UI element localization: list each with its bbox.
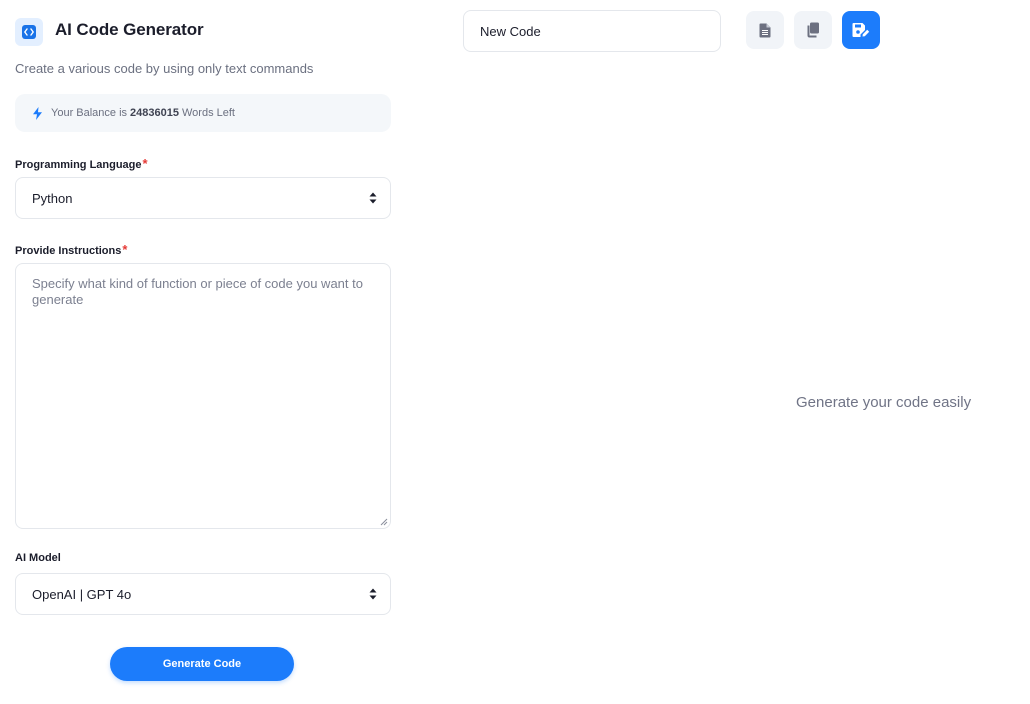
save-icon	[852, 23, 870, 37]
balance-prefix: Your Balance is	[51, 107, 128, 119]
instructions-placeholder: Specify what kind of function or piece o…	[32, 276, 363, 307]
copy-icon	[807, 22, 819, 38]
language-label: Programming Language*	[15, 156, 148, 171]
balance-amount: 24836015	[130, 107, 179, 119]
model-label: AI Model	[15, 552, 61, 564]
page-title: AI Code Generator	[55, 20, 204, 39]
export-document-button[interactable]	[746, 11, 784, 49]
document-name-value: New Code	[480, 23, 541, 39]
code-icon	[15, 18, 43, 46]
document-name-input[interactable]: New Code	[463, 10, 721, 52]
balance-banner: Your Balance is 24836015 Words Left	[15, 94, 391, 132]
save-code-button[interactable]	[842, 11, 880, 49]
copy-code-button[interactable]	[794, 11, 832, 49]
sort-arrows-icon	[369, 192, 377, 204]
balance-suffix: Words Left	[182, 107, 235, 119]
model-select[interactable]: OpenAI | GPT 4o	[15, 573, 391, 615]
model-select-value: OpenAI | GPT 4o	[32, 586, 132, 602]
instructions-textarea[interactable]: Specify what kind of function or piece o…	[15, 263, 391, 529]
sort-arrows-icon	[369, 588, 377, 600]
page-subtitle: Create a various code by using only text…	[15, 61, 314, 76]
generate-code-button[interactable]: Generate Code	[110, 647, 294, 681]
empty-output-message: Generate your code easily	[796, 394, 972, 411]
resize-grip-icon[interactable]	[380, 518, 388, 526]
required-marker: *	[142, 156, 148, 171]
required-marker: *	[122, 242, 128, 257]
language-select[interactable]: Python	[15, 177, 391, 219]
language-select-value: Python	[32, 190, 73, 206]
bolt-icon	[33, 106, 45, 120]
document-icon	[759, 23, 771, 37]
instructions-label: Provide Instructions*	[15, 242, 128, 257]
